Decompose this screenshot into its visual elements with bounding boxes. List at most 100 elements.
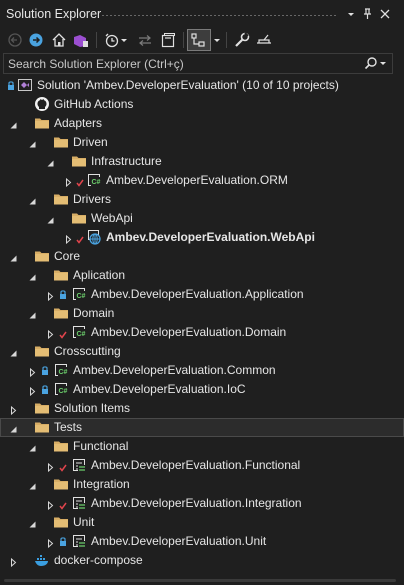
- collapsed-arrow-icon[interactable]: [28, 366, 37, 378]
- tree-item[interactable]: C# Ambev.DeveloperEvaluation.IoC: [0, 380, 404, 399]
- title-bar: Solution Explorer: [0, 0, 404, 28]
- tree-item[interactable]: Solution Items: [0, 399, 404, 418]
- collapsed-arrow-icon[interactable]: [46, 461, 55, 473]
- checked-out-icon: [76, 233, 84, 244]
- home-icon[interactable]: [51, 30, 67, 50]
- solution-tree: Solution 'Ambev.DeveloperEvaluation' (10…: [0, 76, 404, 570]
- folder-icon: [71, 153, 87, 169]
- tree-item[interactable]: Aplication: [0, 266, 404, 285]
- csharp-project-icon: C#: [53, 381, 69, 397]
- test-project-icon: [71, 457, 87, 473]
- title-grip[interactable]: [101, 14, 337, 17]
- collapsed-arrow-icon[interactable]: [9, 404, 18, 416]
- solution-icon: [17, 77, 33, 93]
- collapsed-arrow-icon[interactable]: [64, 233, 73, 245]
- close-icon[interactable]: [378, 6, 392, 22]
- tree-item[interactable]: Ambev.DeveloperEvaluation.Unit: [0, 532, 404, 551]
- wrench-icon[interactable]: [233, 30, 251, 50]
- checked-out-icon: [59, 328, 67, 339]
- tree-item-label: Ambev.DeveloperEvaluation.IoC: [73, 382, 246, 396]
- tree-item[interactable]: C# Ambev.DeveloperEvaluation.Application: [0, 285, 404, 304]
- tree-item-label: Functional: [73, 439, 129, 453]
- pending-changes-filter-icon[interactable]: [104, 30, 128, 50]
- tree-item[interactable]: Domain: [0, 304, 404, 323]
- tree-item[interactable]: Integration: [0, 475, 404, 494]
- collapsed-arrow-icon[interactable]: [46, 328, 55, 340]
- folder-icon: [53, 134, 69, 150]
- preview-icon[interactable]: [255, 30, 273, 50]
- window-title: Solution Explorer: [6, 7, 102, 21]
- collapse-all-icon[interactable]: [160, 30, 176, 50]
- collapsed-arrow-icon[interactable]: [28, 385, 37, 397]
- tree-item[interactable]: Drivers: [0, 190, 404, 209]
- tree-item-label: Ambev.DeveloperEvaluation.Application: [91, 287, 304, 301]
- tree-item-label: Ambev.DeveloperEvaluation.Integration: [91, 496, 302, 510]
- docker-icon: [34, 552, 50, 568]
- window-dropdown-icon[interactable]: [344, 6, 358, 22]
- tree-item[interactable]: Crosscutting: [0, 342, 404, 361]
- back-icon[interactable]: [7, 30, 23, 50]
- expanded-arrow-icon[interactable]: [9, 423, 18, 433]
- tree-item-label: Solution 'Ambev.DeveloperEvaluation' (10…: [37, 78, 339, 92]
- tree-item[interactable]: GitHub Actions: [0, 95, 404, 114]
- collapsed-arrow-icon[interactable]: [46, 499, 55, 511]
- search-input[interactable]: [8, 56, 348, 71]
- tree-item[interactable]: Tests: [0, 418, 404, 437]
- tree-item[interactable]: Driven: [0, 133, 404, 152]
- expanded-arrow-icon[interactable]: [9, 119, 18, 129]
- svg-text:C#: C#: [59, 369, 68, 376]
- lock-icon: [41, 384, 49, 395]
- switch-views-icon[interactable]: [72, 30, 90, 50]
- collapsed-arrow-icon[interactable]: [46, 290, 55, 302]
- collapsed-arrow-icon[interactable]: [64, 176, 73, 188]
- web-project-icon: [86, 229, 102, 245]
- expanded-arrow-icon[interactable]: [28, 138, 37, 148]
- folder-icon: [53, 514, 69, 530]
- checked-out-icon: [59, 499, 67, 510]
- expanded-arrow-icon[interactable]: [28, 309, 37, 319]
- csharp-project-icon: C#: [71, 324, 87, 340]
- tree-item[interactable]: docker-compose: [0, 551, 404, 570]
- search-box[interactable]: [3, 53, 393, 74]
- show-all-files-icon[interactable]: [187, 29, 211, 51]
- svg-text:C#: C#: [77, 331, 86, 338]
- expanded-arrow-icon[interactable]: [9, 347, 18, 357]
- expanded-arrow-icon[interactable]: [46, 214, 55, 224]
- scrollbar-thumb[interactable]: [4, 579, 396, 582]
- folder-icon: [53, 267, 69, 283]
- tree-item[interactable]: Infrastructure: [0, 152, 404, 171]
- tree-item[interactable]: Solution 'Ambev.DeveloperEvaluation' (10…: [0, 76, 404, 95]
- tree-item[interactable]: Unit: [0, 513, 404, 532]
- tree-item[interactable]: C# Ambev.DeveloperEvaluation.Domain: [0, 323, 404, 342]
- tree-item-label: Adapters: [54, 116, 103, 130]
- search-icon[interactable]: [363, 55, 389, 75]
- lock-icon: [59, 289, 67, 300]
- tree-item[interactable]: Ambev.DeveloperEvaluation.WebApi: [0, 228, 404, 247]
- tree-item[interactable]: Adapters: [0, 114, 404, 133]
- horizontal-scrollbar[interactable]: [0, 577, 404, 585]
- tree-item[interactable]: WebApi: [0, 209, 404, 228]
- expanded-arrow-icon[interactable]: [46, 157, 55, 167]
- tree-item[interactable]: Ambev.DeveloperEvaluation.Integration: [0, 494, 404, 513]
- tree-item-label: Ambev.DeveloperEvaluation.ORM: [106, 173, 288, 187]
- tree-item[interactable]: Functional: [0, 437, 404, 456]
- tree-item-label: Ambev.DeveloperEvaluation.Unit: [91, 534, 267, 548]
- expanded-arrow-icon[interactable]: [28, 271, 37, 281]
- expanded-arrow-icon[interactable]: [28, 442, 37, 452]
- tree-item[interactable]: Core: [0, 247, 404, 266]
- chevron-down-icon[interactable]: [212, 30, 222, 50]
- forward-icon[interactable]: [28, 30, 44, 50]
- expanded-arrow-icon[interactable]: [28, 480, 37, 490]
- tree-item-label: GitHub Actions: [54, 97, 134, 111]
- folder-icon: [34, 343, 50, 359]
- tree-item[interactable]: C# Ambev.DeveloperEvaluation.ORM: [0, 171, 404, 190]
- tree-item[interactable]: C# Ambev.DeveloperEvaluation.Common: [0, 361, 404, 380]
- tree-item[interactable]: Ambev.DeveloperEvaluation.Functional: [0, 456, 404, 475]
- expanded-arrow-icon[interactable]: [28, 195, 37, 205]
- sync-icon[interactable]: [137, 30, 153, 50]
- collapsed-arrow-icon[interactable]: [9, 556, 18, 568]
- collapsed-arrow-icon[interactable]: [46, 537, 55, 549]
- expanded-arrow-icon[interactable]: [9, 252, 18, 262]
- expanded-arrow-icon[interactable]: [28, 518, 37, 528]
- pin-icon[interactable]: [360, 6, 374, 22]
